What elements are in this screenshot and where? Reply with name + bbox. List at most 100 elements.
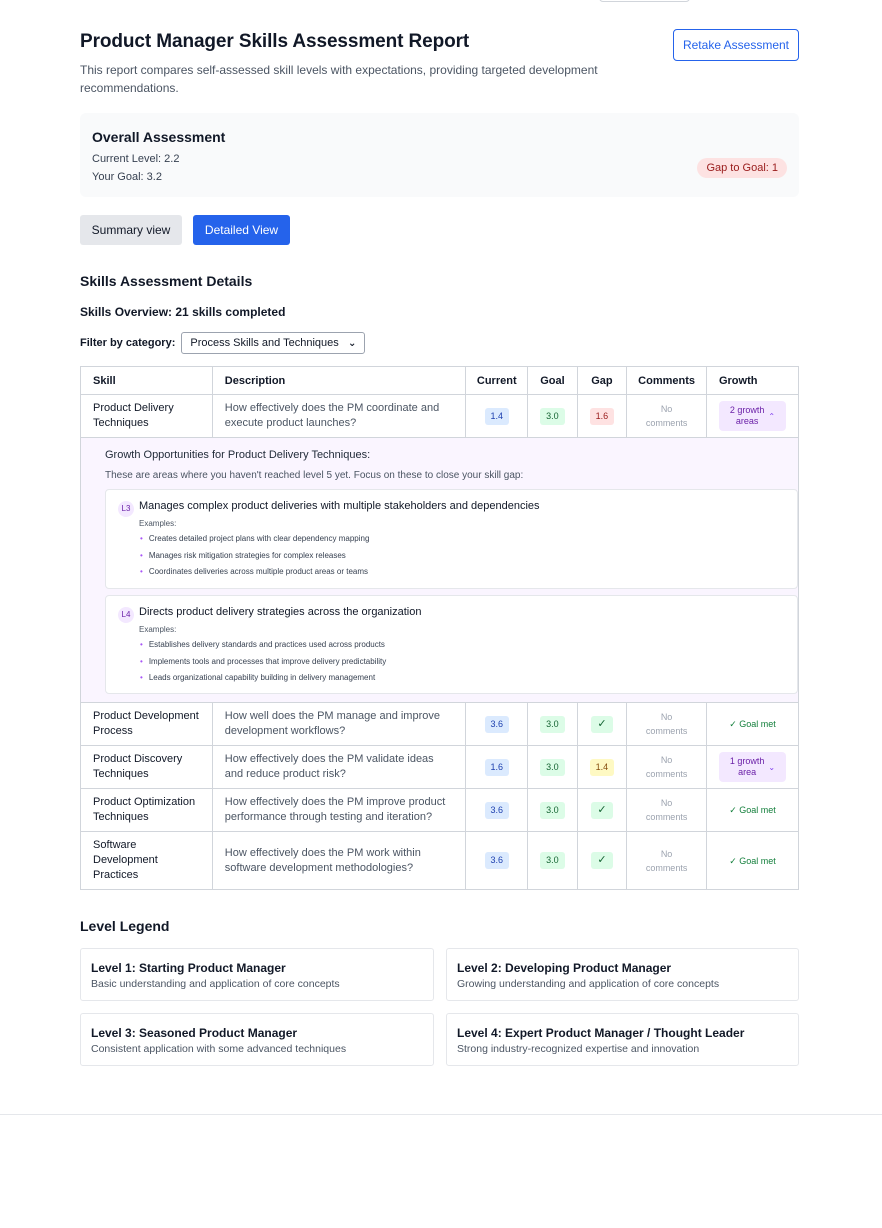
bullet-icon: • [140,673,143,683]
goal-cell: 3.0 [527,831,578,890]
goal-value: 3.0 [540,852,565,869]
goal-value: 3.0 [540,715,565,733]
current-cell: 1.6 [465,745,529,789]
examples-label: Examples: [139,625,177,634]
table-header-row: Skill Description Current Goal Gap Comme… [80,366,800,395]
growth-opportunity-card: L3 Manages complex product deliveries wi… [105,489,798,589]
legend-card-level-2: Level 2: Developing Product Manager Grow… [446,948,799,1001]
current-cell: 3.6 [465,788,529,832]
growth-areas-toggle[interactable]: 2 growth areas ⌃ [718,401,786,431]
growth-opportunity-card: L4 Directs product delivery strategies a… [105,595,798,694]
current-cell: 1.4 [465,394,529,438]
legend-card-level-1: Level 1: Starting Product Manager Basic … [80,948,434,1001]
list-item: • Creates detailed project plans with cle… [140,534,370,543]
growth-expanded-row: Growth Opportunities for Product Deliver… [80,437,799,703]
column-header-growth: Growth [705,366,800,395]
category-select[interactable]: Process Skills and Techniques ⌄ [181,332,366,354]
goal-level-value: 3.2 [146,171,162,183]
category-filter: Filter by category: Process Skills and T… [80,332,366,354]
filter-label: Filter by category: [80,337,176,349]
gap-cell: 1.6 [576,394,628,438]
table-row: Product Development Process How well doe… [80,702,800,746]
goal-cell: 3.0 [527,394,578,438]
growth-cell: ✓ Goal met [705,788,800,832]
skill-description: How effectively does the PM coordinate a… [211,394,467,438]
skill-name: Product Delivery Techniques [80,394,213,438]
legend-card-level-3: Level 3: Seasoned Product Manager Consis… [80,1013,434,1066]
comments-cell: No comments [626,831,707,890]
category-select-value: Process Skills and Techniques [190,337,339,349]
table-row: Product Delivery Techniques How effectiv… [80,394,800,438]
current-value: 3.6 [484,715,510,733]
growth-cell: 2 growth areas ⌃ [705,394,800,438]
current-value: 3.6 [484,801,510,819]
current-level-line: Current Level: 2.2 [92,153,179,165]
gap-value: 1.4 [589,758,615,776]
legend-level-name: Level 2: Developing Product Manager [457,961,672,975]
column-header-goal: Goal [527,366,578,395]
growth-cell: ✓ Goal met [705,702,800,746]
goal-met-label: ✓ Goal met [729,805,776,815]
no-comments-text: No comments [645,712,688,736]
legend-level-desc: Basic understanding and application of c… [91,978,340,990]
growth-areas-toggle[interactable]: 1 growth area ⌄ [718,752,786,782]
legend-level-name: Level 1: Starting Product Manager [91,961,286,975]
no-comments-text: No comments [645,404,688,428]
growth-areas-label: 2 growth areas [729,405,765,426]
chevron-down-icon: ⌄ [347,337,357,349]
page-subtitle: This report compares self-assessed skill… [80,63,598,95]
examples-list: • Creates detailed project plans with cle… [140,534,369,584]
legend-level-name: Level 3: Seasoned Product Manager [91,1026,298,1040]
detailed-view-button[interactable]: Detailed View [193,215,290,245]
skill-name: Software Development Practices [80,831,213,890]
column-header-comments: Comments [626,366,707,395]
bullet-icon: • [140,550,143,560]
skill-description: How effectively does the PM improve prod… [211,788,467,832]
growth-panel: Growth Opportunities for Product Deliver… [80,437,799,703]
list-item: • Establishes delivery standards and prac… [140,640,385,649]
examples-list: • Establishes delivery standards and prac… [140,640,386,690]
column-header-description: Description [211,366,467,395]
table-row: Product Discovery Techniques How effecti… [80,745,800,789]
footer-divider [0,1114,882,1115]
goal-level-line: Your Goal: 3.2 [92,171,162,183]
goal-value: 3.0 [540,801,565,819]
current-value: 1.4 [484,407,510,425]
summary-view-button[interactable]: Summary view [80,215,182,245]
skills-table: Skill Description Current Goal Gap Comme… [80,366,800,890]
column-header-skill: Skill [80,366,213,395]
comments-cell: No comments [626,394,707,438]
gap-to-goal-badge: Gap to Goal: 1 [697,158,787,178]
column-header-gap: Gap [576,366,628,395]
comments-cell: No comments [626,788,707,832]
report-container: Product Manager Skills Assessment Report… [80,0,800,1066]
column-header-current: Current [465,366,529,395]
goal-value: 3.0 [540,407,565,425]
current-value: 1.6 [484,758,510,776]
bullet-icon: • [140,534,143,543]
growth-cell: 1 growth area ⌄ [705,745,800,789]
no-comments-text: No comments [645,848,688,873]
table-row: Software Development Practices How effec… [80,831,800,890]
skills-details-title: Skills Assessment Details [80,273,253,289]
gap-cell: ✓ [576,788,628,832]
retake-assessment-button[interactable]: Retake Assessment [673,29,799,61]
skills-overview: Skills Overview: 21 skills completed [80,305,286,319]
growth-areas-label: 1 growth area [729,756,765,777]
skill-name: Product Optimization Techniques [80,788,213,832]
legend-level-desc: Strong industry-recognized expertise and… [457,1043,700,1055]
check-icon: ✓ [591,715,613,733]
no-comments-text: No comments [645,798,688,822]
bullet-icon: • [140,656,143,666]
overall-assessment-title: Overall Assessment [92,129,226,145]
goal-cell: 3.0 [527,745,578,789]
bullet-icon: • [140,640,143,649]
level-badge: L4 [118,607,134,623]
list-item: • Implements tools and processes that imp… [140,656,387,666]
gap-cell: 1.4 [576,745,628,789]
current-value: 3.6 [484,852,510,869]
current-cell: 3.6 [465,702,529,746]
opportunity-title: Manages complex product deliveries with … [139,500,540,512]
goal-cell: 3.0 [527,702,578,746]
gap-cell: ✓ [576,831,628,890]
